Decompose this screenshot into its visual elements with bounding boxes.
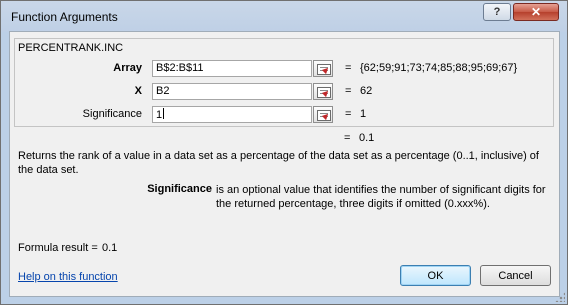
dialog-title: Function Arguments (11, 10, 118, 24)
function-arguments-dialog: Function Arguments ? ✕ PERCENTRANK.INC A… (0, 0, 568, 305)
formula-result-label: Formula result = (18, 242, 98, 254)
x-label: X (134, 85, 142, 97)
x-input[interactable]: B2 (152, 83, 312, 100)
function-description: Returns the rank of a value in a data se… (18, 150, 539, 176)
significance-collapse-dialog-icon[interactable] (313, 106, 333, 123)
significance-input-value: 1 (156, 109, 163, 121)
function-result: 0.1 (359, 132, 375, 144)
cancel-button[interactable]: Cancel (480, 265, 551, 286)
help-button[interactable]: ? (483, 3, 511, 21)
function-name: PERCENTRANK.INC (18, 42, 124, 54)
array-equals: = (345, 62, 352, 74)
significance-equals: = (345, 108, 352, 120)
array-collapse-dialog-icon[interactable] (313, 60, 333, 77)
x-collapse-dialog-icon[interactable] (313, 83, 333, 100)
array-result: {62;59;91;73;74;85;88;95;69;67} (360, 62, 518, 74)
array-label: Array (113, 62, 142, 74)
formula-result-value: 0.1 (102, 242, 118, 254)
close-button[interactable]: ✕ (513, 3, 559, 21)
text-cursor (163, 108, 165, 119)
result-equals: = (344, 132, 351, 144)
array-input[interactable]: B$2:B$11 (152, 60, 312, 77)
ok-button[interactable]: OK (400, 265, 471, 286)
help-on-function-link[interactable]: Help on this function (18, 271, 118, 283)
significance-label: Significance (82, 108, 142, 120)
arguments-group: PERCENTRANK.INC Array B$2:B$11 = {62;59;… (14, 38, 554, 127)
dialog-body: PERCENTRANK.INC Array B$2:B$11 = {62;59;… (9, 31, 560, 297)
significance-result: 1 (360, 108, 367, 120)
title-bar[interactable]: Function Arguments ? ✕ (1, 1, 567, 31)
x-result: 62 (360, 85, 373, 97)
significance-input[interactable]: 1 (152, 106, 312, 123)
parameter-description: is an optional value that identifies the… (216, 184, 546, 210)
x-equals: = (345, 85, 352, 97)
parameter-name: Significance (147, 183, 212, 195)
